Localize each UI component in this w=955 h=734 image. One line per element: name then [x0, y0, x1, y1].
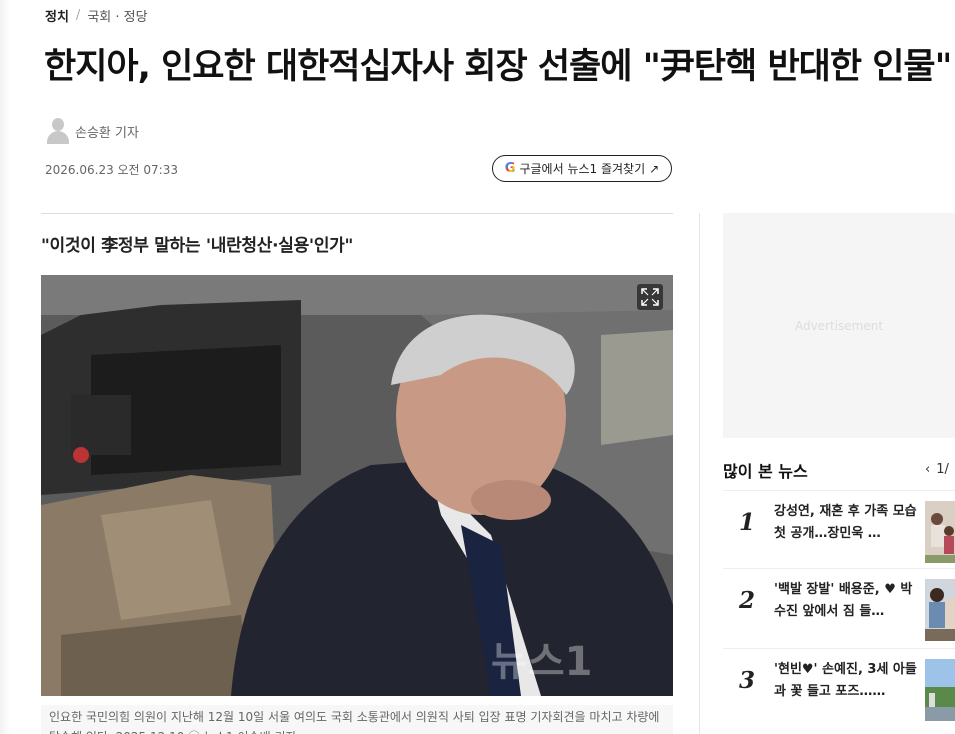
news-rank: 3	[739, 667, 756, 694]
photo-watermark: 뉴스1	[491, 639, 592, 685]
news-thumbnail[interactable]	[925, 501, 955, 563]
expand-icon[interactable]	[637, 284, 663, 310]
left-edge-shadow	[0, 0, 10, 734]
news-thumbnail[interactable]	[925, 659, 955, 721]
article-headline: 한지아, 인요한 대한적십자사 회장 선출에 "尹탄핵 반대한 인물"	[44, 47, 949, 87]
popular-news-item[interactable]: 2 '백발 장발' 배용준, ♥ 박수진 앞에서 짐 들…	[723, 568, 955, 646]
news-thumbnail[interactable]	[925, 579, 955, 641]
photo-illustration: 뉴스1	[41, 275, 673, 696]
news-headline[interactable]: '현빈♥' 손예진, 3세 아들과 꽃 들고 포즈……	[774, 659, 917, 703]
popular-news-title: 많이 본 뉴스	[723, 462, 808, 481]
breadcrumb-separator: /	[75, 8, 81, 23]
news-rank: 1	[739, 509, 756, 536]
article-subheadline: "이것이 李정부 말하는 '내란청산·실용'인가"	[41, 236, 354, 256]
pager-indicator: 1/	[936, 462, 949, 477]
author-name: 손승환 기자	[75, 125, 139, 141]
ad-label: Advertisement	[794, 318, 884, 333]
column-divider	[699, 213, 700, 734]
article-photo[interactable]: 뉴스1	[41, 275, 673, 696]
breadcrumb-section-link[interactable]: 정치	[45, 6, 69, 25]
news-headline[interactable]: 강성연, 재혼 후 가족 모습 첫 공개…장민욱 …	[774, 501, 917, 545]
author-byline[interactable]: 손승환 기자	[47, 118, 139, 144]
google-favorite-button[interactable]: G 구글에서 뉴스1 즐겨찾기 ↗	[492, 155, 672, 182]
photo-caption: 인요한 국민의힘 의원이 지난해 12월 10일 서울 여의도 국회 소통관에서…	[41, 705, 673, 734]
news-headline[interactable]: '백발 장발' 배용준, ♥ 박수진 앞에서 짐 들…	[774, 579, 917, 623]
popular-news-item[interactable]: 3 '현빈♥' 손예진, 3세 아들과 꽃 들고 포즈……	[723, 648, 955, 726]
google-icon: G	[504, 161, 516, 176]
news-rank: 2	[739, 587, 756, 614]
external-arrow-icon: ↗	[649, 161, 660, 176]
breadcrumb-subsection-link[interactable]: 국회 · 정당	[87, 6, 147, 25]
breadcrumb: 정치 / 국회 · 정당	[45, 6, 148, 25]
popular-news-item[interactable]: 1 강성연, 재혼 후 가족 모습 첫 공개…장민욱 …	[723, 490, 955, 568]
chevron-left-icon[interactable]: ‹	[925, 462, 930, 477]
advertisement-slot[interactable]: Advertisement	[723, 213, 955, 438]
publish-date: 2026.06.23 오전 07:33	[45, 163, 178, 177]
popular-news-pager: ‹ 1/	[925, 462, 949, 477]
content-divider	[41, 213, 673, 214]
google-favorite-label: 구글에서 뉴스1 즐겨찾기	[519, 162, 646, 176]
author-avatar-icon	[47, 118, 69, 144]
